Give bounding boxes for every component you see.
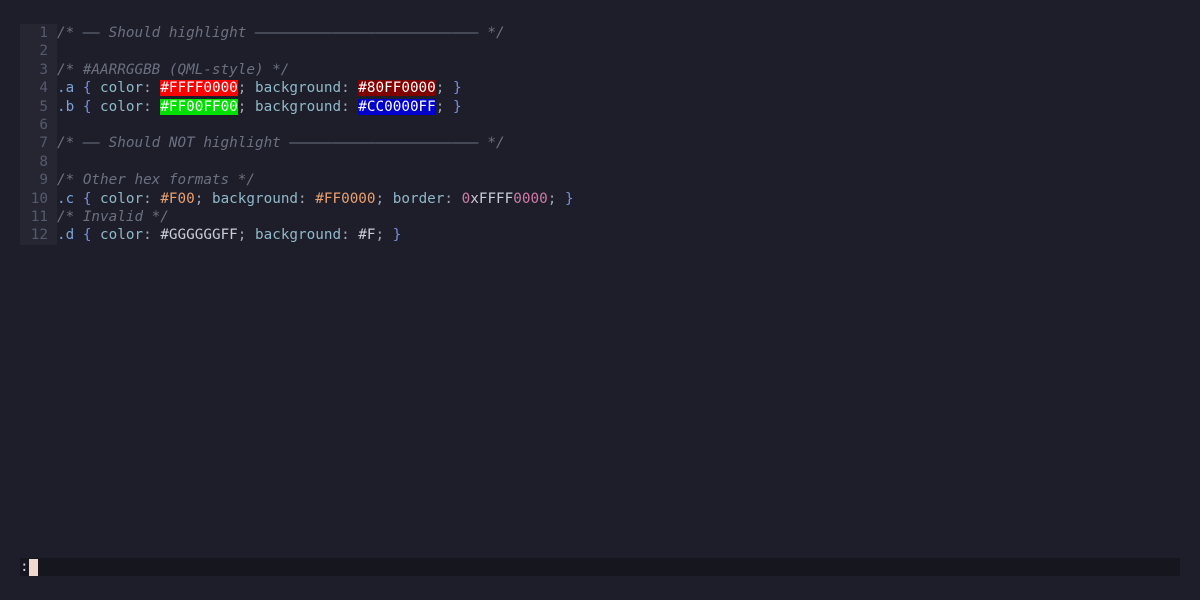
line-number: 8 [39,153,48,170]
code-token: color [91,190,144,207]
code-token: : [143,80,161,97]
code-token: ; [237,227,255,244]
code-token: : [143,190,161,207]
color-swatch-token: #FF00FF00 [160,98,238,115]
code-line[interactable]: 8 [20,153,574,171]
code-token: 0000 [513,190,548,207]
code-token: ; [194,190,212,207]
text-cursor [29,559,38,576]
code-line[interactable]: 4 .a { color: #FFFF0000; background: #80F… [20,79,574,97]
editor-pane[interactable]: 1 /* —— Should highlight ————————————————… [20,24,1180,556]
code-token: 0 [461,190,471,207]
line-code: /* Invalid */ [57,208,169,226]
code-token: ; [375,190,393,207]
color-swatch-token: #CC0000FF [358,98,436,115]
code-token: color [91,80,144,97]
code-line[interactable]: 6 [20,116,574,134]
code-lines[interactable]: 1 /* —— Should highlight ————————————————… [20,24,574,245]
code-line[interactable]: 7 /* —— Should NOT highlight ————————————… [20,134,574,152]
code-token: ; [237,80,255,97]
code-token: .b [57,98,75,115]
line-code: /* #AARRGGBB (QML-style) */ [57,61,289,79]
code-token: background [211,190,299,207]
command-line[interactable]: : [20,558,1180,576]
code-token: ; [547,190,565,207]
line-number: 7 [39,135,48,152]
code-token: .c [57,190,75,207]
code-token: .d [57,227,75,244]
code-line[interactable]: 12 .d { color: #GGGGGGFF; background: #F;… [20,226,574,244]
line-code: /* Other hex formats */ [57,171,255,189]
code-token: : [298,190,316,207]
code-token: background [255,227,342,244]
line-number: 6 [39,116,48,133]
code-token: /* —— Should highlight —————————————————… [57,25,505,41]
line-number: 3 [39,61,48,78]
code-token: : [143,98,161,115]
line-number: 4 [39,80,48,97]
code-line[interactable]: 9 /* Other hex formats */ [20,171,574,189]
line-number: 12 [30,227,48,244]
line-code: .d { color: #GGGGGGFF; background: #F; } [57,226,401,244]
code-token: } [452,80,462,97]
code-token: #FF0000 [315,190,376,207]
code-line[interactable]: 2 [20,42,574,60]
code-line[interactable]: 11 /* Invalid */ [20,208,574,226]
code-token: : [341,98,359,115]
code-token: #GGGGGGFF [160,227,238,244]
code-token: color [91,227,144,244]
code-token: #F00 [160,190,195,207]
code-token: border [392,190,445,207]
code-token: ; [375,227,393,244]
code-token: ; [237,98,255,115]
code-token: /* #AARRGGBB (QML-style) */ [57,61,290,78]
code-token: #F [358,227,376,244]
color-swatch-token: #FFFF0000 [160,80,238,97]
code-token: xFFFF [470,190,514,207]
code-token: : [341,227,359,244]
line-code: /* —— Should NOT highlight —————————————… [57,134,505,152]
code-token: : [341,80,359,97]
code-token: } [392,227,402,244]
code-token: } [452,98,462,115]
code-token: background [255,98,342,115]
line-code: .a { color: #FFFF0000; background: #80FF… [57,79,462,97]
line-number: 10 [30,190,48,207]
command-prompt: : [20,559,29,575]
line-number: 2 [39,43,48,60]
code-token: : [444,190,462,207]
code-token: color [91,98,144,115]
code-token: background [255,80,342,97]
code-token: /* Other hex formats */ [57,172,255,189]
code-line[interactable]: 1 /* —— Should highlight ————————————————… [20,24,574,42]
line-code: .b { color: #FF00FF00; background: #CC00… [57,98,462,116]
code-line[interactable]: 10 .c { color: #F00; background: #FF0000;… [20,190,574,208]
line-number: 11 [30,208,48,225]
code-line[interactable]: 5 .b { color: #FF00FF00; background: #CC0… [20,98,574,116]
color-swatch-token: #80FF0000 [358,80,436,97]
line-code: .c { color: #F00; background: #FF0000; b… [57,190,574,208]
line-number: 9 [39,172,48,189]
code-token: ; [435,80,453,97]
code-token: ; [435,98,453,115]
code-token: } [564,190,574,207]
line-code: /* —— Should highlight —————————————————… [57,24,505,42]
code-token: .a [57,80,75,97]
code-token: : [143,227,161,244]
line-number: 1 [39,25,48,41]
code-token: /* —— Should NOT highlight —————————————… [57,135,505,152]
line-number: 5 [39,98,48,115]
code-token: /* Invalid */ [57,208,169,225]
code-line[interactable]: 3 /* #AARRGGBB (QML-style) */ [20,61,574,79]
